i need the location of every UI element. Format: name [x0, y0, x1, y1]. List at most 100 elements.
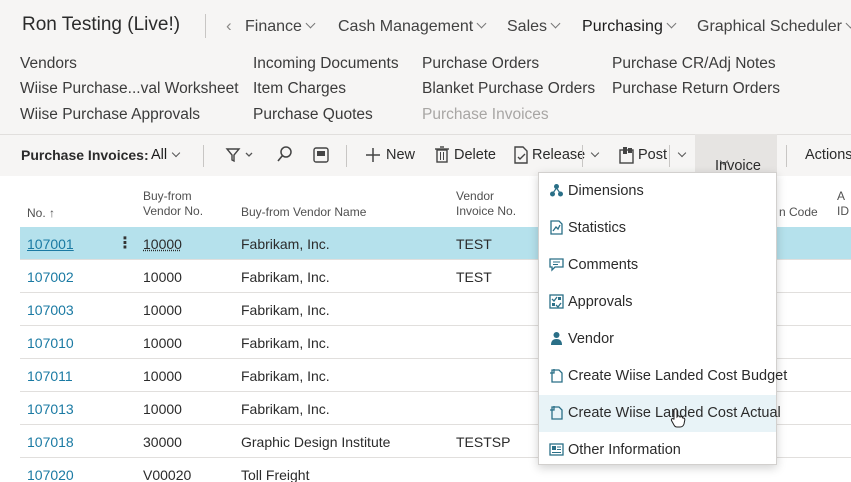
- menu-item-vendor[interactable]: Vendor: [539, 321, 776, 358]
- statistics-icon: [549, 220, 564, 235]
- chevron-down-icon: [846, 19, 851, 29]
- layout-icon: [312, 145, 330, 165]
- menu-item-comments[interactable]: Comments: [539, 247, 776, 284]
- filter-pane-button[interactable]: [225, 145, 255, 170]
- column-header-location-code[interactable]: n Code: [779, 205, 818, 220]
- plus-icon: [364, 145, 382, 165]
- menu-item-label: Vendor: [568, 331, 614, 347]
- column-header-no[interactable]: No. ↑: [27, 206, 55, 221]
- nav-scroll-left-icon[interactable]: ‹: [226, 16, 232, 36]
- menu-item-label: Other Information: [568, 442, 681, 458]
- release-button-label[interactable]: Release: [532, 147, 585, 163]
- menu-item-create-landed-cost-budget[interactable]: Create Wiise Landed Cost Budget: [539, 358, 776, 395]
- invoice-number-link[interactable]: 107018: [27, 434, 74, 450]
- menu-item-statistics[interactable]: Statistics: [539, 210, 776, 247]
- divider: [582, 145, 583, 167]
- vendor-no-cell: 10000: [143, 269, 182, 285]
- invoice-number-link[interactable]: 107002: [27, 269, 74, 285]
- menu-item-label: Statistics: [568, 220, 626, 236]
- new-button[interactable]: [364, 145, 382, 170]
- menu-item-other-information[interactable]: Other Information: [539, 432, 776, 469]
- vendor-name-cell: Graphic Design Institute: [241, 434, 390, 450]
- nav-cash-management[interactable]: Cash Management: [338, 18, 485, 36]
- divider: [205, 14, 206, 38]
- hand-cursor-icon: [670, 408, 686, 428]
- layout-button[interactable]: [312, 145, 330, 170]
- vendor-invoice-cell: TESTSP: [456, 434, 510, 450]
- invoice-number-link[interactable]: 107020: [27, 467, 74, 482]
- chevron-down-icon: [305, 19, 315, 29]
- invoice-number-link[interactable]: 107001: [27, 236, 74, 252]
- comments-icon: [549, 257, 564, 272]
- chevron-down-icon: [667, 19, 677, 29]
- menu-item-label: Create Wiise Landed Cost Budget: [568, 368, 787, 384]
- page-title: Purchase Invoices:: [21, 147, 149, 163]
- link-wiise-purchase-approval-worksheet[interactable]: Wiise Purchase...val Worksheet: [20, 80, 239, 98]
- search-button[interactable]: [276, 145, 294, 170]
- column-header-vendor-name[interactable]: Buy-from Vendor Name: [241, 205, 366, 220]
- delete-button[interactable]: [434, 145, 450, 170]
- chevron-down-icon: [551, 19, 561, 29]
- link-purchase-quotes[interactable]: Purchase Quotes: [253, 106, 373, 124]
- link-vendors[interactable]: Vendors: [20, 55, 77, 73]
- filter-icon: [225, 145, 255, 165]
- link-blanket-purchase-orders[interactable]: Blanket Purchase Orders: [422, 80, 595, 98]
- release-dropdown[interactable]: [586, 147, 598, 163]
- vendor-no-cell[interactable]: 10000: [143, 236, 182, 252]
- release-button[interactable]: [512, 145, 530, 170]
- vendor-no-cell: 10000: [143, 368, 182, 384]
- invoice-number-link[interactable]: 107010: [27, 335, 74, 351]
- menu-item-dimensions[interactable]: Dimensions: [539, 173, 776, 210]
- menu-item-create-landed-cost-actual[interactable]: Create Wiise Landed Cost Actual: [539, 395, 776, 432]
- link-purchase-cr-adj-notes[interactable]: Purchase CR/Adj Notes: [612, 55, 776, 73]
- company-name[interactable]: Ron Testing (Live!): [22, 14, 180, 36]
- view-filter-dropdown[interactable]: All: [151, 147, 179, 163]
- chevron-down-icon: [477, 19, 487, 29]
- divider: [346, 145, 347, 167]
- vendor-no-cell: V00020: [143, 467, 191, 482]
- menu-item-label: Dimensions: [568, 183, 644, 199]
- invoice-number-link[interactable]: 107013: [27, 401, 74, 417]
- vendor-no-cell: 10000: [143, 335, 182, 351]
- vendor-name-cell: Toll Freight: [241, 467, 309, 482]
- vendor-no-cell: 10000: [143, 401, 182, 417]
- actions-menu[interactable]: Actions: [805, 147, 851, 163]
- new-button-label[interactable]: New: [386, 147, 415, 163]
- link-incoming-documents[interactable]: Incoming Documents: [253, 55, 399, 73]
- landed-cost-icon: [549, 405, 564, 420]
- menu-item-label: Approvals: [568, 294, 632, 310]
- nav-finance[interactable]: Finance: [245, 18, 314, 36]
- invoice-menu-button[interactable]: Invoice: [695, 134, 777, 176]
- delete-button-label[interactable]: Delete: [454, 147, 496, 163]
- nav-graphical-scheduler[interactable]: Graphical Scheduler: [697, 18, 851, 36]
- divider: [786, 145, 787, 167]
- search-icon: [276, 145, 294, 165]
- invoice-dropdown-menu: Dimensions Statistics Comments Approvals…: [538, 172, 777, 465]
- invoice-number-link[interactable]: 107011: [27, 368, 73, 384]
- link-purchase-return-orders[interactable]: Purchase Return Orders: [612, 80, 780, 98]
- column-header-assigned-user-id[interactable]: A ID: [837, 189, 849, 219]
- more-options-icon[interactable]: ⋮: [117, 233, 133, 253]
- divider: [669, 145, 670, 167]
- link-wiise-purchase-approvals[interactable]: Wiise Purchase Approvals: [20, 106, 200, 124]
- post-dropdown[interactable]: [673, 147, 685, 163]
- vendor-invoice-cell: TEST: [456, 269, 492, 285]
- chevron-down-icon: [172, 149, 180, 157]
- post-button-label[interactable]: Post: [638, 147, 667, 163]
- menu-item-label: Comments: [568, 257, 638, 273]
- post-button[interactable]: [618, 145, 636, 170]
- sort-ascending-icon: ↑: [49, 206, 55, 220]
- nav-sales[interactable]: Sales: [507, 18, 559, 36]
- column-header-vendor-no[interactable]: Buy-from Vendor No.: [143, 189, 203, 219]
- vendor-name-cell: Fabrikam, Inc.: [241, 401, 330, 417]
- vendor-no-cell: 10000: [143, 302, 182, 318]
- link-purchase-orders[interactable]: Purchase Orders: [422, 55, 539, 73]
- invoice-number-link[interactable]: 107003: [27, 302, 74, 318]
- chevron-down-icon: [678, 149, 686, 157]
- release-icon: [512, 145, 530, 165]
- column-header-vendor-invoice-no[interactable]: Vendor Invoice No.: [456, 189, 516, 219]
- link-item-charges[interactable]: Item Charges: [253, 80, 346, 98]
- menu-item-approvals[interactable]: Approvals: [539, 284, 776, 321]
- nav-purchasing[interactable]: Purchasing: [582, 18, 675, 36]
- other-info-icon: [549, 442, 564, 457]
